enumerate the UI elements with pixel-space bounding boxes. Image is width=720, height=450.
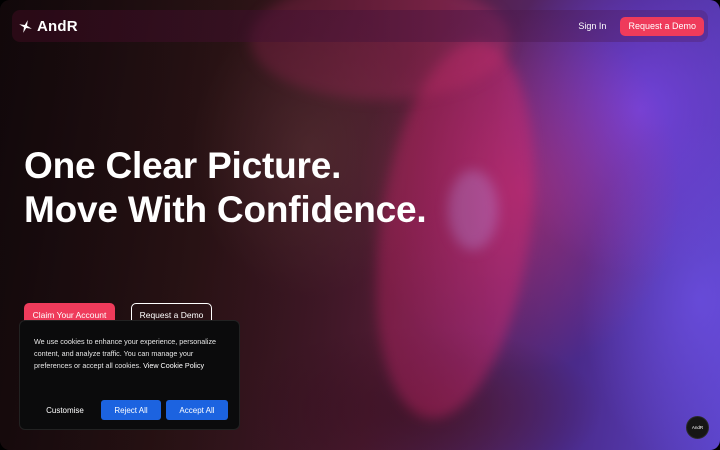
customise-button[interactable]: Customise (34, 400, 96, 420)
brand-logo[interactable]: AndR (18, 18, 78, 35)
nav-actions: Sign In Request a Demo (578, 16, 704, 36)
reject-all-button[interactable]: Reject All (101, 400, 161, 420)
request-demo-nav-button[interactable]: Request a Demo (620, 16, 704, 36)
hero-headline: One Clear Picture. Move With Confidence. (24, 144, 427, 232)
headline-line-2: Move With Confidence. (24, 189, 427, 230)
floating-brand-badge[interactable]: AndR (686, 416, 709, 439)
cookie-policy-link[interactable]: View Cookie Policy (143, 361, 204, 370)
cookie-message: We use cookies to enhance your experienc… (34, 336, 225, 372)
cookie-actions: Customise Reject All Accept All (34, 400, 228, 420)
badge-label: AndR (691, 425, 704, 430)
accept-all-button[interactable]: Accept All (166, 400, 228, 420)
cookie-banner: We use cookies to enhance your experienc… (19, 320, 240, 430)
star-burst-icon (19, 19, 32, 33)
top-navbar: AndR Sign In Request a Demo (12, 10, 708, 42)
headline-line-1: One Clear Picture. (24, 145, 342, 186)
sign-in-link[interactable]: Sign In (578, 21, 606, 31)
brand-name: AndR (37, 17, 78, 35)
hero-frame: AndR Sign In Request a Demo One Clear Pi… (0, 0, 720, 450)
